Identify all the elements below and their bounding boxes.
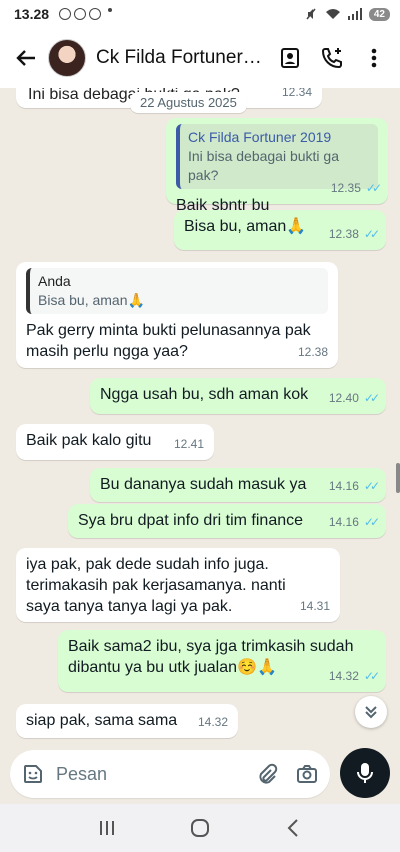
home-icon — [190, 819, 209, 837]
message-bubble-outgoing[interactable]: Baik sama2 ibu, sya jga trimkasih sudah … — [58, 630, 386, 692]
message-input[interactable] — [56, 763, 226, 785]
scroll-to-bottom-button[interactable] — [355, 696, 387, 728]
double-check-read-icon: ✓✓ — [363, 515, 380, 529]
recent-apps-icon — [99, 821, 114, 835]
message-time: 12.38 — [328, 227, 359, 241]
chevron-left-icon — [287, 819, 299, 837]
double-chevron-down-icon — [365, 706, 377, 719]
double-check-read-icon: ✓✓ — [363, 669, 380, 683]
quote-text: Bisa bu, aman🙏 — [38, 292, 145, 308]
message-time: 14.32 — [328, 669, 359, 683]
microphone-icon — [357, 763, 373, 783]
more-notifications-icon — [108, 8, 113, 12]
message-input-wrapper — [10, 750, 330, 798]
message-time: 12.41 — [173, 437, 204, 451]
camera-icon[interactable] — [296, 763, 318, 785]
chat-header: Ck Filda Fortuner 2019 — [0, 28, 400, 88]
double-check-read-icon: ✓✓ — [363, 391, 380, 405]
scrollbar[interactable] — [396, 463, 400, 493]
signal-icon — [347, 8, 362, 20]
whatsapp-notification-icon — [59, 8, 72, 20]
double-check-read-icon: ✓✓ — [363, 479, 380, 493]
message-bubble-outgoing[interactable]: Sya bru dpat info dri tim finance 14.16 ✓… — [68, 504, 386, 538]
contact-card-button[interactable] — [272, 40, 308, 76]
whatsapp-notification-icon — [89, 8, 102, 20]
contact-name[interactable]: Ck Filda Fortuner 2019 — [96, 47, 266, 69]
message-bubble-outgoing[interactable]: Bisa bu, aman🙏 12.38 ✓✓ — [174, 210, 386, 250]
voice-message-button[interactable] — [340, 748, 390, 798]
sticker-icon[interactable] — [22, 763, 44, 785]
nav-back-button[interactable] — [273, 808, 313, 848]
date-chip: 22 Agustus 2025 — [130, 92, 247, 113]
message-bubble-outgoing[interactable]: Bu dananya sudah masuk ya 14.16 ✓✓ — [90, 468, 386, 502]
message-bubble-outgoing[interactable]: Ngga usah bu, sdh aman kok 12.40 ✓✓ — [90, 378, 386, 414]
wifi-icon — [325, 9, 340, 19]
more-options-button[interactable] — [356, 40, 392, 76]
double-check-read-icon: ✓✓ — [365, 181, 382, 195]
paperclip-icon[interactable] — [256, 763, 278, 785]
phone-add-icon — [321, 48, 342, 69]
more-vertical-icon — [371, 48, 377, 68]
contact-card-icon — [281, 48, 299, 68]
back-button[interactable] — [8, 40, 44, 76]
message-time: 14.16 — [328, 479, 359, 493]
message-composer — [0, 744, 400, 804]
home-button[interactable] — [180, 808, 220, 848]
message-bubble-incoming[interactable]: Baik pak kalo gitu 12.41 — [16, 424, 214, 460]
whatsapp-notification-icon — [74, 8, 87, 20]
quoted-message[interactable]: Anda Bisa bu, aman🙏 — [26, 268, 328, 314]
message-time: 14.32 — [197, 715, 228, 729]
message-time: 14.31 — [299, 599, 330, 613]
message-time: 12.35 — [330, 181, 361, 195]
message-time: 12.38 — [297, 345, 328, 359]
system-navigation-bar — [0, 804, 400, 852]
recent-apps-button[interactable] — [87, 808, 127, 848]
double-check-read-icon: ✓✓ — [363, 227, 380, 241]
quote-author: Ck Filda Fortuner 2019 — [188, 129, 332, 145]
contact-avatar[interactable] — [48, 39, 86, 77]
message-time: 12.40 — [328, 391, 359, 405]
status-bar: 13.28 42 — [0, 0, 400, 28]
message-bubble-incoming[interactable]: siap pak, sama sama 14.32 — [16, 704, 238, 738]
message-time: 12.34 — [281, 88, 312, 99]
chat-area[interactable]: Ini bisa debagai bukti ga pak? 12.34 22 … — [0, 88, 400, 744]
battery-indicator: 42 — [368, 7, 390, 21]
message-text: iya pak, pak dede sudah info juga. terim… — [26, 556, 286, 615]
add-call-button[interactable] — [314, 40, 350, 76]
message-bubble-outgoing[interactable]: Ck Filda Fortuner 2019 Ini bisa debagai … — [166, 118, 388, 214]
message-time: 14.16 — [328, 515, 359, 529]
quote-author: Anda — [38, 273, 71, 289]
arrow-left-icon — [16, 50, 35, 66]
mute-icon — [306, 8, 316, 20]
status-time: 13.28 — [14, 6, 50, 22]
message-bubble-incoming[interactable]: Anda Bisa bu, aman🙏 Pak gerry minta bukt… — [16, 262, 338, 368]
message-text: Pak gerry minta bukti pelunasannya pak m… — [26, 322, 311, 360]
message-bubble-incoming[interactable]: iya pak, pak dede sudah info juga. terim… — [16, 548, 340, 622]
